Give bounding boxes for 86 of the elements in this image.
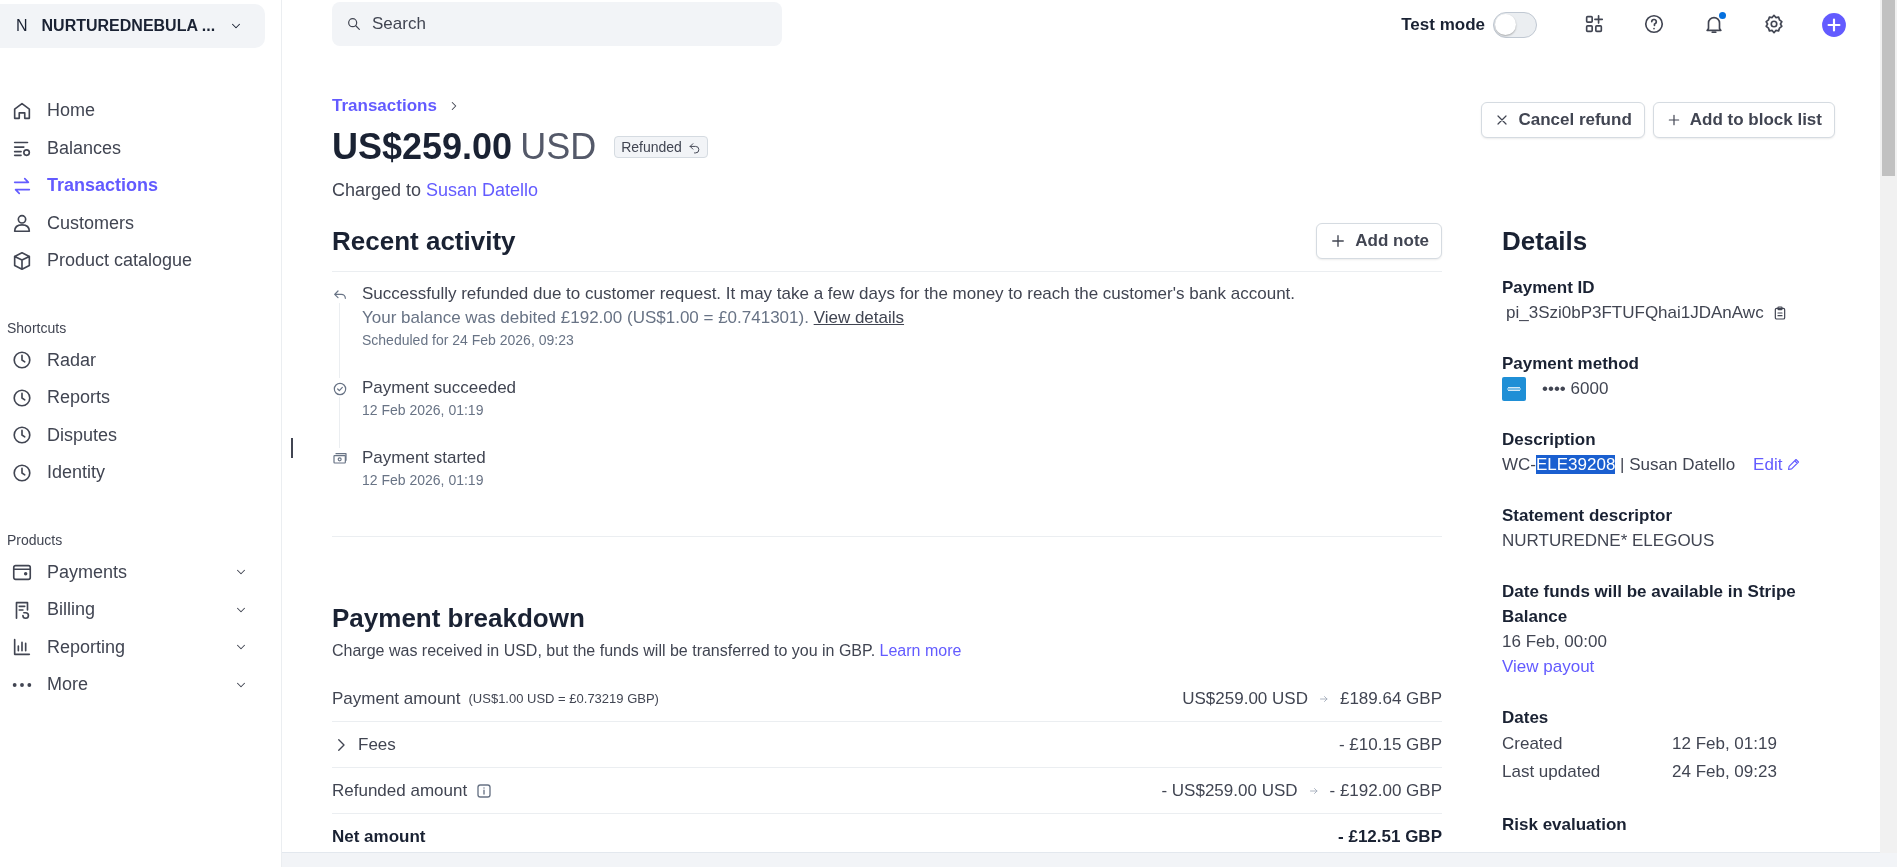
- activity-text: Payment succeeded: [362, 378, 517, 398]
- date-label: Last updated: [1502, 761, 1602, 783]
- field-label: Risk evaluation: [1502, 814, 1628, 836]
- clock-icon: [11, 424, 33, 447]
- section-label: Products: [7, 531, 64, 548]
- activity-text: Successfully refunded due to customer request. It may take a few days for the money to reach the customer's bank account.: [362, 284, 1296, 304]
- create-button[interactable]: [1821, 12, 1847, 38]
- sidebar-item[interactable]: Disputes: [0, 416, 260, 454]
- sidebar-item[interactable]: Radar: [0, 341, 260, 379]
- status-badge: Refunded: [614, 136, 708, 158]
- person-icon: [11, 212, 33, 235]
- sidebar-item[interactable]: Identity: [0, 454, 260, 492]
- clock-icon: [11, 461, 33, 484]
- test-mode-toggle[interactable]: [1493, 12, 1537, 38]
- info-icon: [475, 781, 494, 800]
- field-label: Payment ID: [1502, 277, 1596, 299]
- add-note-button[interactable]: Add note: [1316, 223, 1442, 259]
- search-icon: [346, 16, 362, 32]
- date-value: 24 Feb, 09:23: [1672, 761, 1778, 783]
- amount: US$259.00: [332, 126, 513, 168]
- sidebar-item[interactable]: Reporting: [0, 628, 260, 666]
- currency: USD: [520, 126, 597, 168]
- sidebar-item[interactable]: Balances: [0, 129, 260, 167]
- sidebar-item[interactable]: Transactions: [0, 167, 260, 205]
- amount-value: £189.64 GBP: [1339, 688, 1442, 709]
- resize-handle[interactable]: [291, 438, 293, 458]
- section-title: Payment breakdown: [332, 603, 586, 634]
- exchange-rate: (US$1.00 USD = £0.73219 GBP): [468, 691, 659, 706]
- payment-id: pi_3Szi0bP3FTUFQhai1JDAnAwc: [1506, 302, 1764, 324]
- row-label: Net amount: [332, 826, 426, 847]
- customer-link[interactable]: Susan Datello: [426, 180, 539, 200]
- pencil-icon: [1786, 457, 1802, 472]
- sidebar-item[interactable]: Reports: [0, 379, 260, 417]
- row-label: Payment amount: [332, 688, 461, 709]
- view-payout-link[interactable]: View payout: [1502, 654, 1595, 679]
- card-number: •••• 6000: [1542, 378, 1609, 400]
- box-icon: [11, 249, 33, 272]
- section-label: Shortcuts: [7, 319, 68, 336]
- row-label: Fees: [358, 734, 396, 755]
- edit-link[interactable]: Edit: [1753, 452, 1802, 477]
- banknote-icon: [332, 451, 348, 467]
- sidebar-item[interactable]: More: [0, 666, 260, 704]
- date-value: 12 Feb, 01:19: [1672, 733, 1778, 755]
- learn-more-link[interactable]: Learn more: [879, 642, 962, 659]
- clock-icon: [11, 349, 33, 372]
- amount-value: - £12.51 GBP: [1338, 826, 1442, 847]
- field-label: Date funds will be available in Stripe Balance: [1502, 581, 1797, 628]
- field-label: Description: [1502, 429, 1597, 451]
- toggle-label: Test mode: [1401, 15, 1485, 35]
- description-text: WC-ELE39208 | Susan Datello: [1502, 454, 1736, 476]
- view-details-link[interactable]: View details: [813, 308, 905, 327]
- activity-text: Payment started: [362, 448, 486, 468]
- action-button[interactable]: Add to block list: [1652, 102, 1835, 138]
- amount-value: - £192.00 GBP: [1329, 780, 1442, 801]
- amount-value: - US$259.00 USD: [1161, 780, 1298, 801]
- activity-detail: Your balance was debited £192.00 (US$1.00 = £0.741301). View details: [362, 308, 906, 328]
- date-label: Created: [1502, 733, 1564, 755]
- card-icon: [1502, 376, 1526, 401]
- field-label: Statement descriptor: [1502, 505, 1674, 527]
- amount-value: - £10.15 GBP: [1339, 734, 1442, 755]
- sidebar-item[interactable]: Payments: [0, 553, 260, 591]
- section-title: Recent activity: [332, 225, 516, 257]
- check-circle-icon: [332, 381, 348, 397]
- descriptor-value: NURTUREDNE* ELEGOUS: [1502, 530, 1716, 552]
- account-switcher[interactable]: N NURTUREDNEBULA ...: [0, 4, 265, 48]
- breakdown-note: Charge was received in USD, but the funds will be transferred to you in GBP. Learn more: [332, 642, 963, 660]
- sidebar-item[interactable]: Product catalogue: [0, 242, 260, 280]
- clock-icon: [11, 386, 33, 409]
- amount-value: US$259.00 USD: [1182, 688, 1308, 709]
- sidebar-item[interactable]: Home: [0, 92, 260, 130]
- field-label: Dates: [1502, 707, 1550, 729]
- section-title: Details: [1502, 226, 1589, 257]
- sidebar-item[interactable]: Customers: [0, 204, 260, 242]
- field-label: Payment method: [1502, 353, 1640, 375]
- sidebar-item[interactable]: Billing: [0, 591, 260, 629]
- activity-time: 12 Feb 2026, 01:19: [362, 402, 485, 418]
- action-button[interactable]: Cancel refund: [1481, 102, 1645, 138]
- activity-time: Scheduled for 24 Feb 2026, 09:23: [362, 332, 575, 348]
- search-field[interactable]: Search: [332, 2, 782, 46]
- date-value: 16 Feb, 00:00: [1502, 631, 1608, 653]
- breadcrumb-link[interactable]: Transactions: [332, 96, 437, 116]
- charged-to-text: Charged to Susan Datello: [332, 180, 540, 201]
- activity-time: 12 Feb 2026, 01:19: [362, 472, 485, 488]
- more-icon: [11, 681, 33, 688]
- row-label: Refunded amount: [332, 780, 468, 801]
- scrollbar[interactable]: [1880, 0, 1897, 853]
